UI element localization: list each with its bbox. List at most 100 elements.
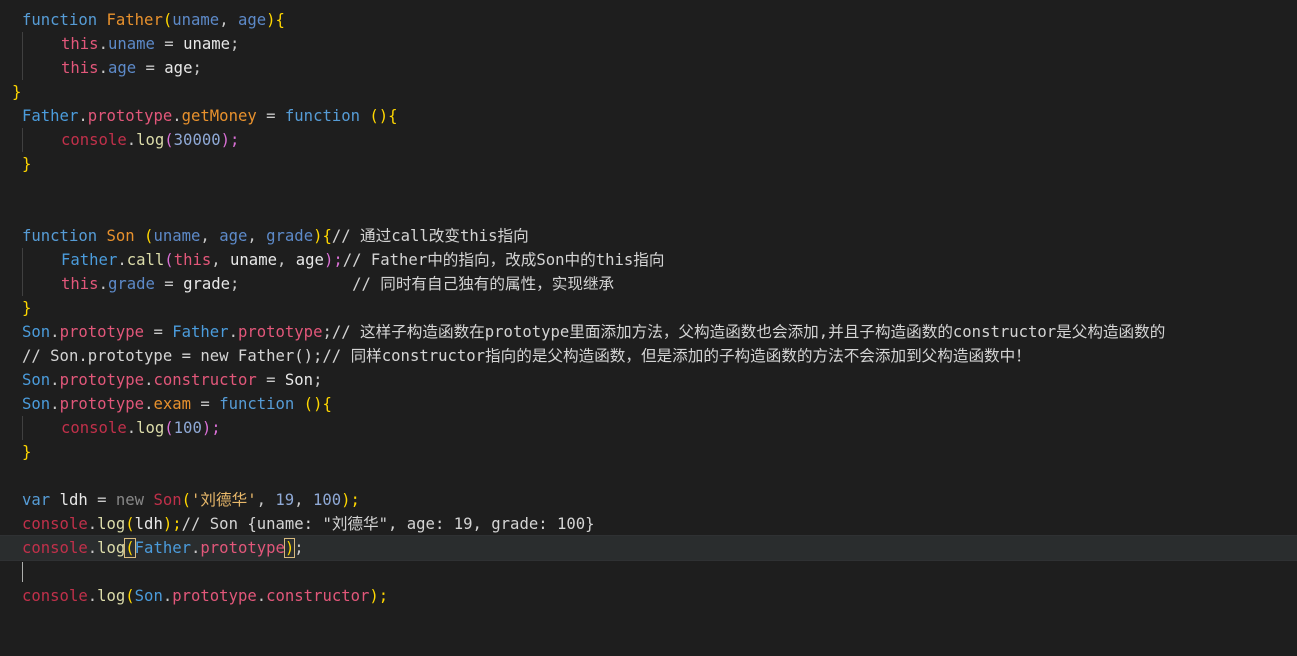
token-punct: ; — [294, 539, 304, 557]
token-punct: ; — [230, 275, 240, 293]
token-this: this — [61, 59, 99, 77]
token-punct: . — [228, 323, 238, 341]
token-punct: . — [126, 419, 137, 437]
token-operator: = — [154, 275, 184, 293]
code-line[interactable]: Son.prototype.constructor = Son; — [0, 368, 1297, 392]
token-comment: // Father中的指向，改成Son中的this指向 — [342, 251, 665, 269]
code-line[interactable]: } — [0, 152, 1297, 176]
code-line[interactable] — [0, 200, 1297, 224]
code-line[interactable]: } — [0, 296, 1297, 320]
token-property: prototype — [59, 395, 145, 413]
token-punct: . — [87, 515, 98, 533]
token-paren: ( — [164, 131, 174, 149]
code-line[interactable]: // Son.prototype = new Father();// 同样con… — [0, 344, 1297, 368]
token-brace: (){ — [294, 395, 332, 413]
code-line[interactable]: } — [0, 80, 1297, 104]
code-line[interactable]: function Son (uname, age, grade){// 通过ca… — [0, 224, 1297, 248]
token-punct: , — [219, 11, 238, 29]
token-function-name: Father — [106, 11, 163, 29]
token-paren: ); — [341, 491, 360, 509]
token-method-name: exam — [153, 395, 192, 413]
token-brace: } — [12, 83, 22, 101]
indent-guide — [22, 272, 23, 296]
token-punct: . — [126, 131, 137, 149]
token-method: log — [97, 539, 126, 557]
token-brace: } — [22, 443, 32, 461]
token-punct: , — [294, 491, 313, 509]
token-property: prototype — [59, 323, 145, 341]
token-console: console — [22, 587, 88, 605]
code-editor[interactable]: function Father(uname, age){ this.uname … — [0, 8, 1297, 619]
code-line[interactable]: console.log(Son.prototype.constructor); — [0, 584, 1297, 608]
code-line[interactable]: Son.prototype.exam = function (){ — [0, 392, 1297, 416]
token-brace: (){ — [360, 107, 398, 125]
token-string: '刘德华' — [191, 491, 257, 509]
token-comment: // Son {uname: "刘德华", age: 19, grade: 10… — [181, 515, 595, 533]
token-property: constructor — [266, 587, 370, 605]
token-paren: ( — [125, 515, 135, 533]
code-line[interactable]: Father.call(this, uname, age);// Father中… — [0, 248, 1297, 272]
code-line[interactable] — [0, 560, 1297, 584]
token-identifier: ldh — [59, 491, 88, 509]
token-identifier: ldh — [134, 515, 163, 533]
token-keyword: function — [22, 227, 107, 245]
token-comment: // 同时有自己独有的属性，实现继承 — [239, 275, 615, 293]
code-line[interactable] — [0, 176, 1297, 200]
token-property: prototype — [200, 539, 285, 557]
token-punct: , — [276, 251, 296, 269]
token-punct: . — [98, 275, 108, 293]
token-property: uname — [107, 35, 155, 53]
code-line[interactable]: this.grade = grade; // 同时有自己独有的属性，实现继承 — [0, 272, 1297, 296]
indent-guide — [22, 248, 23, 272]
token-object: Son — [22, 395, 51, 413]
code-line[interactable]: console.log(100); — [0, 416, 1297, 440]
code-line[interactable]: Father.prototype.getMoney = function (){ — [0, 104, 1297, 128]
token-console: console — [61, 419, 127, 437]
token-method: log — [97, 587, 126, 605]
token-property: prototype — [237, 323, 323, 341]
token-paren: ); — [220, 131, 240, 149]
token-console: console — [22, 539, 88, 557]
token-param: age — [237, 11, 267, 29]
token-paren: ( — [162, 11, 173, 29]
token-function-name: Son — [106, 227, 135, 245]
token-punct: . — [78, 107, 88, 125]
token-brace: ){ — [266, 11, 285, 29]
token-comment: // 这样子构造函数在prototype里面添加方法，父构造函数也会添加,并且子… — [331, 323, 1166, 341]
code-line[interactable]: console.log(ldh);// Son {uname: "刘德华", a… — [0, 512, 1297, 536]
code-line[interactable]: this.age = age; — [0, 56, 1297, 80]
code-line[interactable]: console.log(30000); — [0, 128, 1297, 152]
token-identifier: age — [295, 251, 324, 269]
code-line-current[interactable]: console.log(Father.prototype); — [0, 535, 1297, 561]
token-property: prototype — [59, 371, 145, 389]
token-param: uname — [172, 11, 220, 29]
token-paren: ( — [164, 419, 174, 437]
code-line[interactable]: this.uname = uname; — [0, 32, 1297, 56]
indent-guide — [22, 56, 23, 80]
token-punct: . — [50, 323, 60, 341]
token-punct: ; — [313, 371, 323, 389]
token-paren: ( — [181, 491, 192, 509]
token-this: this — [61, 275, 99, 293]
token-punct: . — [50, 371, 60, 389]
token-operator: = — [136, 59, 165, 77]
code-line[interactable] — [0, 464, 1297, 488]
token-operator: = — [144, 323, 173, 341]
token-identifier: Son — [284, 371, 314, 389]
code-line[interactable]: var ldh = new Son('刘德华', 19, 100); — [0, 488, 1297, 512]
token-param: age — [219, 227, 248, 245]
token-punct: . — [87, 539, 98, 557]
code-line[interactable]: function Father(uname, age){ — [0, 8, 1297, 32]
token-param: grade — [266, 227, 314, 245]
token-punct: , — [247, 227, 267, 245]
token-punct: . — [98, 35, 108, 53]
code-line[interactable]: } — [0, 440, 1297, 464]
token-identifier: uname — [230, 251, 277, 269]
code-line[interactable]: Son.prototype = Father.prototype;// 这样子构… — [0, 320, 1297, 344]
token-operator: = — [191, 395, 220, 413]
token-paren: ( — [134, 227, 154, 245]
token-punct: . — [117, 251, 127, 269]
token-operator: = — [87, 491, 116, 509]
token-method: log — [136, 419, 165, 437]
token-punct: . — [256, 587, 267, 605]
